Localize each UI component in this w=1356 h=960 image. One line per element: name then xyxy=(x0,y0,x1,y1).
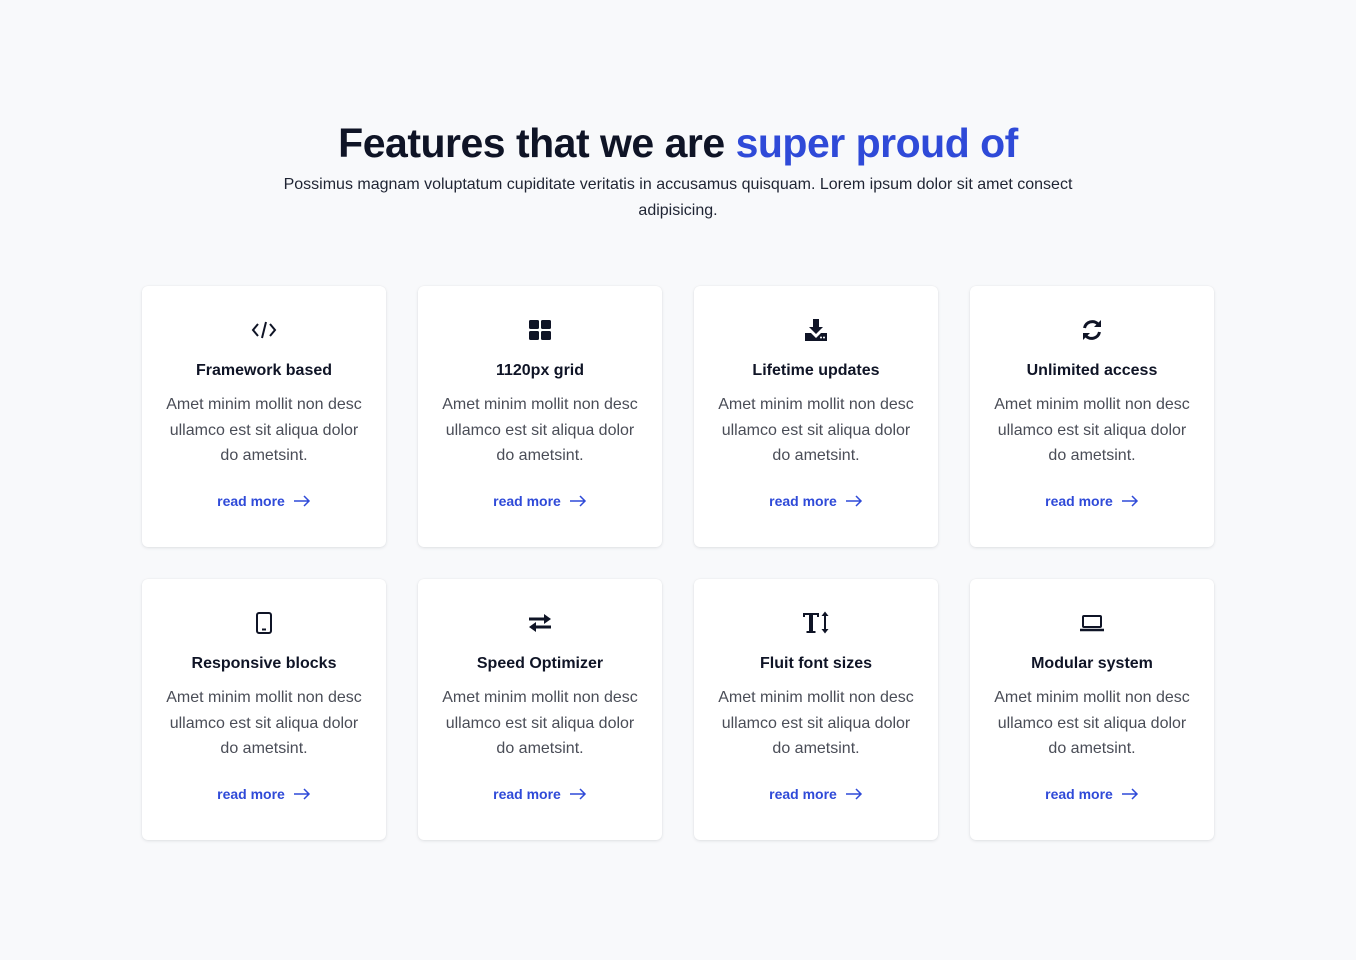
read-more-link[interactable]: read more xyxy=(970,493,1214,509)
arrow-right-icon xyxy=(845,788,863,800)
read-more-label: read more xyxy=(493,493,561,509)
read-more-label: read more xyxy=(769,786,837,802)
section-heading: Features that we are super proud of xyxy=(0,118,1356,168)
refresh-icon xyxy=(970,318,1214,342)
feature-card: Fluit font sizes Amet minim mollit non d… xyxy=(694,579,938,840)
feature-card: Responsive blocks Amet minim mollit non … xyxy=(142,579,386,840)
feature-description: Amet minim mollit non desc ullamco est s… xyxy=(994,396,1190,464)
feature-card: 1120px grid Amet minim mollit non desc u… xyxy=(418,286,662,547)
read-more-label: read more xyxy=(217,493,285,509)
tablet-icon xyxy=(142,611,386,635)
feature-card: Modular system Amet minim mollit non des… xyxy=(970,579,1214,840)
read-more-label: read more xyxy=(1045,786,1113,802)
feature-title: Modular system xyxy=(1031,655,1153,672)
feature-description: Amet minim mollit non desc ullamco est s… xyxy=(718,396,914,464)
feature-title: Unlimited access xyxy=(1026,362,1158,379)
arrow-right-icon xyxy=(845,495,863,507)
feature-card: Framework based Amet minim mollit non de… xyxy=(142,286,386,547)
features-section: Features that we are super proud of Poss… xyxy=(0,0,1356,960)
read-more-label: read more xyxy=(217,786,285,802)
section-subtitle: Possimus magnam voluptatum cupiditate ve… xyxy=(283,176,1073,219)
read-more-link[interactable]: read more xyxy=(142,493,386,509)
feature-description: Amet minim mollit non desc ullamco est s… xyxy=(166,396,362,464)
heading-accent: super proud of xyxy=(735,120,1019,166)
feature-title: Lifetime updates xyxy=(752,362,880,379)
grid-icon xyxy=(418,318,662,342)
read-more-link[interactable]: read more xyxy=(142,786,386,802)
feature-card: Unlimited access Amet minim mollit non d… xyxy=(970,286,1214,547)
read-more-label: read more xyxy=(493,786,561,802)
read-more-link[interactable]: read more xyxy=(418,786,662,802)
feature-description: Amet minim mollit non desc ullamco est s… xyxy=(166,689,362,757)
arrow-right-icon xyxy=(293,495,311,507)
read-more-link[interactable]: read more xyxy=(970,786,1214,802)
read-more-link[interactable]: read more xyxy=(694,493,938,509)
feature-title: Responsive blocks xyxy=(191,655,337,672)
exchange-icon xyxy=(418,611,662,635)
features-grid: Framework based Amet minim mollit non de… xyxy=(142,286,1214,840)
arrow-right-icon xyxy=(1121,788,1139,800)
code-icon xyxy=(142,318,386,342)
arrow-right-icon xyxy=(569,495,587,507)
download-icon xyxy=(694,318,938,342)
feature-title: Speed Optimizer xyxy=(476,655,604,672)
feature-title: 1120px grid xyxy=(495,362,585,379)
feature-description: Amet minim mollit non desc ullamco est s… xyxy=(718,689,914,757)
feature-title: Framework based xyxy=(195,362,333,379)
feature-description: Amet minim mollit non desc ullamco est s… xyxy=(442,396,638,464)
laptop-icon xyxy=(970,611,1214,635)
arrow-right-icon xyxy=(569,788,587,800)
text-height-icon xyxy=(694,611,938,635)
read-more-label: read more xyxy=(1045,493,1113,509)
feature-description: Amet minim mollit non desc ullamco est s… xyxy=(442,689,638,757)
feature-description: Amet minim mollit non desc ullamco est s… xyxy=(994,689,1190,757)
read-more-link[interactable]: read more xyxy=(418,493,662,509)
feature-title: Fluit font sizes xyxy=(760,655,872,672)
heading-text: Features that we are xyxy=(338,120,736,166)
arrow-right-icon xyxy=(293,788,311,800)
read-more-label: read more xyxy=(769,493,837,509)
feature-card: Lifetime updates Amet minim mollit non d… xyxy=(694,286,938,547)
read-more-link[interactable]: read more xyxy=(694,786,938,802)
feature-card: Speed Optimizer Amet minim mollit non de… xyxy=(418,579,662,840)
arrow-right-icon xyxy=(1121,495,1139,507)
